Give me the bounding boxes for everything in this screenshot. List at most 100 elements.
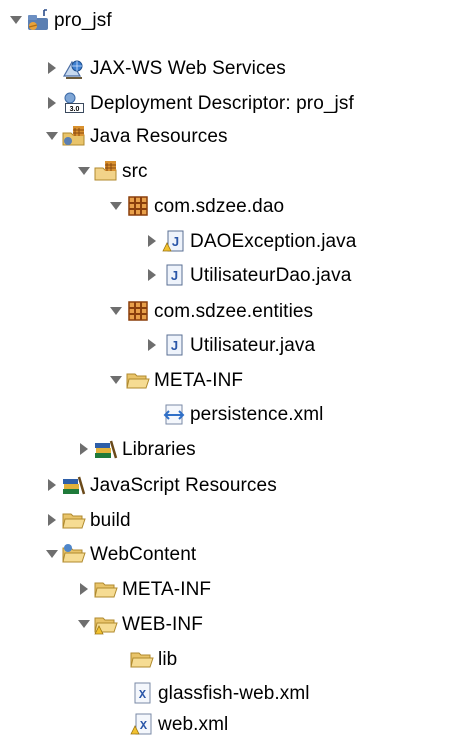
expand-toggle-java-resources[interactable] xyxy=(44,128,60,144)
tree-item-label: persistence.xml xyxy=(190,403,324,425)
java-file-icon: J xyxy=(162,263,186,287)
svg-text:J: J xyxy=(172,234,179,249)
tree-item-label: src xyxy=(122,160,148,182)
svg-text:X: X xyxy=(140,719,148,733)
svg-text:3.0: 3.0 xyxy=(70,106,80,113)
tree-item-webcontent-meta-inf[interactable]: META-INF xyxy=(76,573,211,605)
expand-toggle-web-inf[interactable] xyxy=(76,616,92,632)
java-resources-icon xyxy=(62,124,86,148)
java-file-icon: J xyxy=(162,333,186,357)
tree-item-label: lib xyxy=(158,648,178,670)
expand-toggle-pro-jsf[interactable] xyxy=(8,12,24,28)
expand-toggle-javascript-resources[interactable] xyxy=(44,477,60,493)
deployment-descriptor-icon: 3.0 xyxy=(62,91,86,115)
expand-toggle-jax-ws[interactable] xyxy=(44,60,60,76)
chevron-right-icon[interactable] xyxy=(78,583,90,595)
chevron-down-icon[interactable] xyxy=(46,548,58,560)
tree-item-jax-ws-web-services[interactable]: JAX-WS Web Services xyxy=(44,52,286,84)
chevron-down-icon[interactable] xyxy=(78,618,90,630)
folder-icon xyxy=(62,508,86,532)
folder-icon xyxy=(130,647,154,671)
tree-item-lib[interactable]: lib xyxy=(130,643,177,675)
expand-toggle-src-meta-inf[interactable] xyxy=(108,372,124,388)
tree-item-label: glassfish-web.xml xyxy=(158,682,310,704)
libraries-icon xyxy=(94,437,118,461)
tree-item-label: DAOException.java xyxy=(190,230,357,252)
tree-item-label: JavaScript Resources xyxy=(90,474,277,496)
tree-item-label: JAX-WS Web Services xyxy=(90,57,286,79)
source-folder-icon xyxy=(94,159,118,183)
folder-open-icon xyxy=(126,368,150,392)
xml-file-warning-icon: X xyxy=(130,712,154,736)
tree-item-label: META-INF xyxy=(122,578,212,600)
chevron-right-icon[interactable] xyxy=(146,235,158,247)
tree-item-javascript-resources[interactable]: JavaScript Resources xyxy=(44,469,277,501)
svg-text:X: X xyxy=(139,688,147,702)
persistence-xml-icon xyxy=(162,402,186,426)
folder-warning-icon xyxy=(94,612,118,636)
chevron-right-icon[interactable] xyxy=(46,62,58,74)
chevron-down-icon[interactable] xyxy=(110,305,122,317)
tree-item-label: Java Resources xyxy=(90,125,228,147)
tree-item-src[interactable]: src xyxy=(76,155,148,187)
tree-item-label: build xyxy=(90,509,131,531)
tree-item-glassfish-web-xml[interactable]: X glassfish-web.xml xyxy=(130,677,310,709)
expand-toggle-daoexception[interactable] xyxy=(144,233,160,249)
tree-item-web-xml[interactable]: X web.xml xyxy=(130,708,228,740)
tree-item-webcontent[interactable]: WebContent xyxy=(44,538,196,570)
tree-item-label: web.xml xyxy=(158,713,229,735)
tree-item-web-inf[interactable]: WEB-INF xyxy=(76,608,203,640)
tree-item-label: WEB-INF xyxy=(122,613,203,635)
folder-icon xyxy=(94,577,118,601)
tree-item-label: pro_jsf xyxy=(54,9,112,31)
chevron-right-icon[interactable] xyxy=(146,269,158,281)
chevron-right-icon[interactable] xyxy=(46,479,58,491)
chevron-down-icon[interactable] xyxy=(78,165,90,177)
tree-item-package-entities[interactable]: com.sdzee.entities xyxy=(108,295,313,327)
chevron-down-icon[interactable] xyxy=(110,200,122,212)
chevron-down-icon[interactable] xyxy=(46,130,58,142)
chevron-right-icon[interactable] xyxy=(78,443,90,455)
tree-item-utilisateur-java[interactable]: J Utilisateur.java xyxy=(144,329,315,361)
chevron-down-icon[interactable] xyxy=(10,14,22,26)
tree-item-libraries[interactable]: Libraries xyxy=(76,433,196,465)
tree-item-label: META-INF xyxy=(154,369,244,391)
tree-item-label: com.sdzee.dao xyxy=(154,195,285,217)
tree-item-label: Deployment Descriptor: pro_jsf xyxy=(90,92,354,114)
tree-item-daoexception-java[interactable]: J DAOException.java xyxy=(144,225,356,257)
expand-toggle-package-dao[interactable] xyxy=(108,198,124,214)
expand-toggle-webcontent[interactable] xyxy=(44,546,60,562)
package-icon xyxy=(126,194,150,218)
tree-item-label: com.sdzee.entities xyxy=(154,300,314,322)
tree-item-utilisateurdao-java[interactable]: J UtilisateurDao.java xyxy=(144,259,351,291)
tree-item-deployment-descriptor[interactable]: 3.0 Deployment Descriptor: pro_jsf xyxy=(44,87,354,119)
tree-item-label: Utilisateur.java xyxy=(190,334,316,356)
expand-toggle-webcontent-meta-inf[interactable] xyxy=(76,581,92,597)
expand-toggle-package-entities[interactable] xyxy=(108,303,124,319)
expand-toggle-build[interactable] xyxy=(44,512,60,528)
tree-item-pro-jsf[interactable]: pro_jsf xyxy=(8,4,112,36)
tree-item-src-meta-inf[interactable]: META-INF xyxy=(108,364,243,396)
expand-toggle-src[interactable] xyxy=(76,163,92,179)
tree-item-java-resources[interactable]: Java Resources xyxy=(44,120,228,152)
chevron-right-icon[interactable] xyxy=(46,97,58,109)
java-file-warning-icon: J xyxy=(162,229,186,253)
javascript-resources-icon xyxy=(62,473,86,497)
tree-item-build[interactable]: build xyxy=(44,504,131,536)
tree-item-label: UtilisateurDao.java xyxy=(190,264,352,286)
chevron-down-icon[interactable] xyxy=(110,374,122,386)
chevron-right-icon[interactable] xyxy=(46,514,58,526)
tree-item-package-dao[interactable]: com.sdzee.dao xyxy=(108,190,284,222)
web-folder-icon xyxy=(62,542,86,566)
project-icon xyxy=(26,8,50,32)
expand-toggle-utilisateurdao[interactable] xyxy=(144,267,160,283)
web-services-icon xyxy=(62,56,86,80)
svg-text:J: J xyxy=(171,268,178,283)
tree-item-persistence-xml[interactable]: persistence.xml xyxy=(162,398,324,430)
svg-text:J: J xyxy=(171,338,178,353)
chevron-right-icon[interactable] xyxy=(146,339,158,351)
expand-toggle-deployment-descriptor[interactable] xyxy=(44,95,60,111)
expand-toggle-utilisateur[interactable] xyxy=(144,337,160,353)
project-explorer-tree: pro_jsf JAX-WS Web Services 3.0 Deployme… xyxy=(0,0,449,740)
expand-toggle-libraries[interactable] xyxy=(76,441,92,457)
